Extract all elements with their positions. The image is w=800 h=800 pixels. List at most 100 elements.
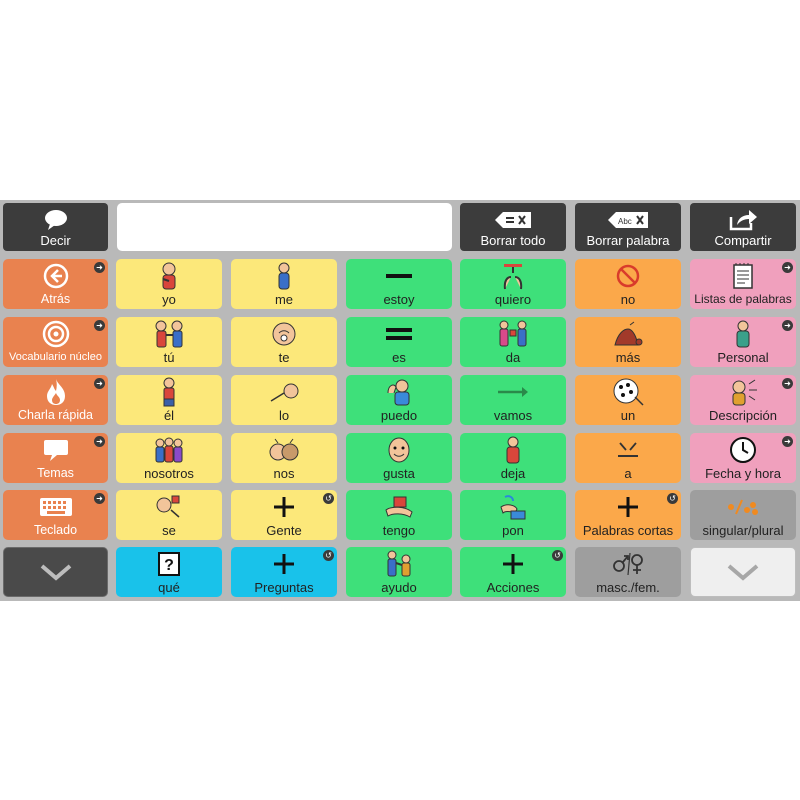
word-cell-singular-plural[interactable]: singular/plural [690,490,796,540]
keyboard-icon [39,497,72,516]
give-icon [499,320,527,346]
word-cell-people[interactable]: ↺ Gente [231,490,337,540]
pile-more-icon [614,321,643,345]
word-cell-quiero[interactable]: quiero [460,259,566,309]
word-label: puedo [380,408,418,423]
share-button[interactable]: Compartir [690,203,796,251]
back-badge-icon: ↺ [552,550,563,561]
word-cell-deja[interactable]: deja [460,433,566,483]
clear-word-button[interactable]: Abc Borrar palabra [575,203,681,251]
equals-icon [386,327,412,340]
word-cell-personal[interactable]: ➜ Personal [690,317,796,367]
word-label: nos [273,466,295,481]
word-cell-tu[interactable]: tú [116,317,222,367]
word-cell-mas[interactable]: más [575,317,681,367]
word-label: Gente [266,523,302,538]
word-cell-yo[interactable]: yo [116,259,222,309]
person-self-icon [162,262,176,289]
sidebar-item-quick-chat[interactable]: ➜ Charla rápida [3,375,108,425]
word-label: vamos [493,408,533,423]
word-cell-description[interactable]: ➜ Descripción [690,375,796,425]
word-label: a [624,466,632,481]
word-label: nosotros [144,466,194,481]
word-cell-me[interactable]: me [231,259,337,309]
point-it-icon [270,383,299,402]
word-cell-nosotros[interactable]: nosotros [116,433,222,483]
message-bar[interactable] [117,203,452,251]
word-cell-vamos[interactable]: vamos [460,375,566,425]
two-people-you-icon [155,320,183,347]
word-cell-ayudo[interactable]: ayudo [346,547,452,597]
clear-word-icon: Abc [608,212,648,228]
word-label: Personal [717,350,769,365]
back-badge-icon: ↺ [667,493,678,504]
back-badge-icon: ↺ [323,493,334,504]
sidebar-item-core-vocabulary[interactable]: ➜ Vocabulario núcleo [3,317,108,367]
word-label: te [278,350,290,365]
word-cell-no[interactable]: no [575,259,681,309]
word-cell-tengo[interactable]: tengo [346,490,452,540]
share-label: Compartir [714,233,772,248]
speak-button[interactable]: Decir [3,203,108,251]
word-cell-questions[interactable]: ↺ Preguntas [231,547,337,597]
word-cell-masc-fem[interactable]: masc./fem. [575,547,681,597]
chevron-down-icon [40,564,71,581]
word-cell-short-words[interactable]: ↺ Palabras cortas [575,490,681,540]
word-label: Preguntas [254,580,314,595]
word-cell-date-time[interactable]: ➜ Fecha y hora [690,433,796,483]
word-cell-da[interactable]: da [460,317,566,367]
word-label: yo [162,292,176,307]
question-box-icon: ? [158,551,180,576]
word-label: estoy [383,292,415,307]
word-cell-pon[interactable]: pon [460,490,566,540]
word-label: Acciones [486,580,540,595]
word-cell-lo[interactable]: lo [231,375,337,425]
word-cell-el[interactable]: él [116,375,222,425]
hands-want-icon [503,263,523,289]
word-cell-nos[interactable]: nos [231,433,337,483]
clock-icon [730,436,756,463]
word-label: qué [158,580,180,595]
word-cell-que[interactable]: ? qué [116,547,222,597]
word-cell-gusta[interactable]: gusta [346,433,452,483]
sidebar-item-back[interactable]: ➜ Atrás [3,259,108,309]
self-point-icon [156,495,180,518]
person-me-icon [278,262,290,289]
minus-icon [386,273,412,278]
arrow-badge-icon: ➜ [782,378,793,389]
arrow-badge-icon: ➜ [782,436,793,447]
word-cell-te[interactable]: te [231,317,337,367]
sidebar-item-label: Atrás [40,292,71,306]
sidebar-item-keyboard[interactable]: ➜ Teclado [3,490,108,540]
clear-all-button[interactable]: Borrar todo [460,203,566,251]
sidebar-item-label: Teclado [33,523,78,537]
word-cell-se[interactable]: se [116,490,222,540]
word-cell-es[interactable]: es [346,317,452,367]
word-cell-estoy[interactable]: estoy [346,259,452,309]
put-icon [500,494,526,519]
sidebar-item-label: Temas [37,466,74,480]
word-cell-actions[interactable]: ↺ Acciones [460,547,566,597]
word-cell-word-lists[interactable]: ➜ Listas de palabras [690,259,796,309]
clear-all-label: Borrar todo [480,233,546,248]
word-cell-puedo[interactable]: puedo [346,375,452,425]
sidebar-item-label: Charla rápida [17,408,94,422]
plus-icon [274,553,294,574]
share-icon [729,210,757,231]
arrow-right-icon [498,386,528,397]
flame-icon [46,378,65,405]
word-cell-un[interactable]: un [575,375,681,425]
group-we-icon [155,437,183,462]
arrow-badge-icon: ➜ [782,320,793,331]
sidebar-item-topics[interactable]: ➜ Temas [3,433,108,483]
sidebar-more-button[interactable] [3,547,108,597]
word-label: un [620,408,636,423]
hold-box-icon [385,496,413,518]
word-cell-a[interactable]: a [575,433,681,483]
grid-more-button[interactable] [690,547,796,597]
arrow-badge-icon: ➜ [94,320,105,331]
word-label: masc./fem. [596,580,660,595]
word-label: Descripción [709,408,777,423]
word-label: gusta [383,466,415,481]
speech-bubble-icon [44,210,67,230]
